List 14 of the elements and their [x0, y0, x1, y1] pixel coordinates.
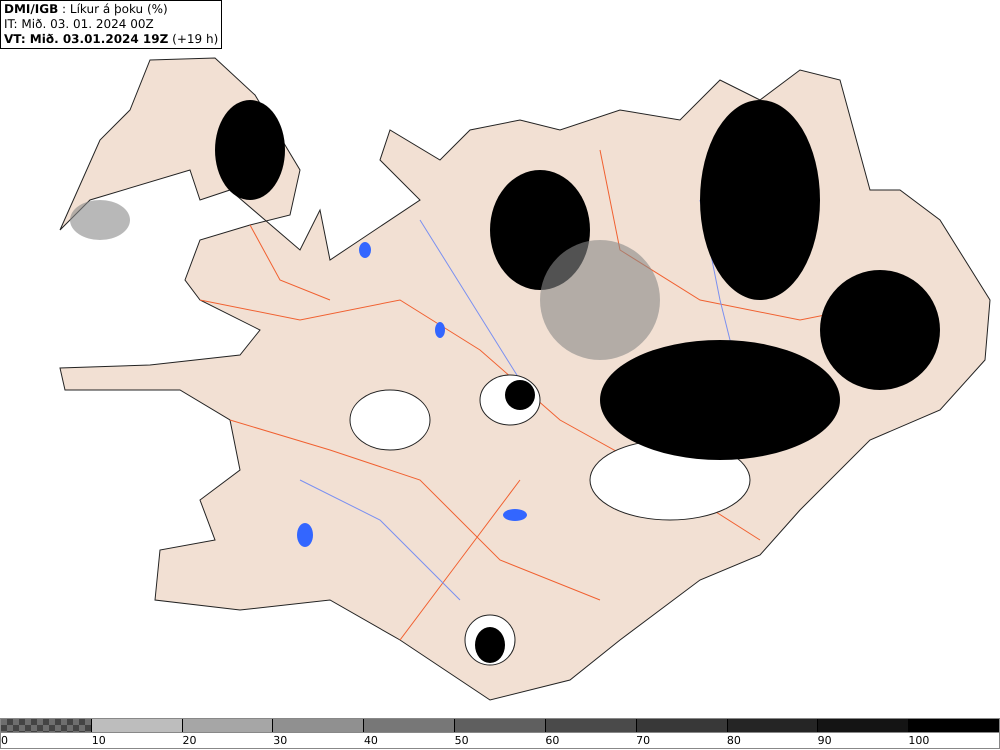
legend-label: 20	[182, 734, 196, 747]
info-text: DMI/IGB : Líkur á þoku (%)	[4, 2, 169, 17]
legend-label: 90	[818, 734, 832, 747]
legend-label: 0	[1, 734, 8, 747]
legend-label: 50	[454, 734, 469, 747]
legend-label: 70	[636, 734, 650, 747]
legend-label: 30	[273, 734, 288, 747]
info-text: IT: Mið. 03. 01. 2024 00Z	[4, 17, 155, 32]
legend-label: 40	[364, 734, 378, 747]
legend-label: 100	[908, 734, 930, 747]
legend-label: 80	[726, 734, 741, 747]
legend-label: 10	[92, 734, 106, 747]
info-text: VT: Mið. 03.01.2024 19Z (+19 h)	[4, 32, 218, 47]
legend-label: 60	[545, 734, 560, 747]
